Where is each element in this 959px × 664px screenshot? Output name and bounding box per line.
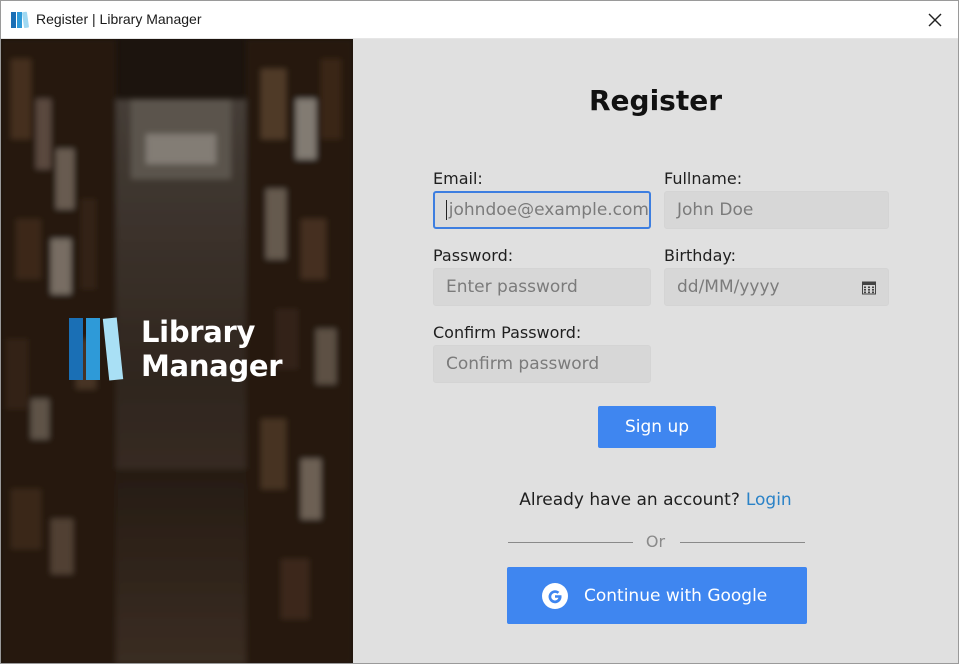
sign-up-button[interactable]: Sign up bbox=[598, 406, 716, 448]
brand-name: Library Manager bbox=[141, 315, 283, 383]
google-sign-in-button[interactable]: Continue with Google bbox=[507, 567, 807, 624]
brand-name-line1: Library bbox=[141, 315, 256, 349]
confirm-password-field[interactable]: Confirm password bbox=[433, 345, 651, 383]
or-separator: Or bbox=[645, 532, 666, 551]
page-title: Register bbox=[588, 84, 723, 117]
close-button[interactable] bbox=[912, 1, 958, 39]
title-bar: Register | Library Manager bbox=[1, 1, 958, 39]
register-form-panel: Register Email: johndoe@example.com Full… bbox=[353, 39, 958, 663]
email-label: Email: bbox=[433, 169, 483, 188]
login-link[interactable]: Login bbox=[746, 490, 792, 510]
fullname-placeholder: John Doe bbox=[677, 200, 754, 220]
brand-name-line2: Manager bbox=[141, 349, 283, 383]
fullname-label: Fullname: bbox=[664, 169, 743, 188]
email-placeholder: johndoe@example.com bbox=[448, 200, 649, 220]
close-icon bbox=[928, 13, 942, 27]
text-caret bbox=[446, 200, 447, 220]
register-window: Register | Library Manager Library Manag… bbox=[0, 0, 959, 664]
calendar-icon[interactable] bbox=[862, 281, 876, 295]
birthday-label: Birthday: bbox=[664, 246, 737, 265]
brand-panel: Library Manager bbox=[1, 39, 353, 663]
password-field[interactable]: Enter password bbox=[433, 268, 651, 306]
birthday-placeholder: dd/MM/yyyy bbox=[677, 277, 780, 297]
window-title: Register | Library Manager bbox=[36, 11, 202, 27]
login-prompt: Already have an account? Login bbox=[353, 490, 958, 510]
confirm-password-label: Confirm Password: bbox=[433, 323, 582, 342]
account-prompt-text: Already have an account? bbox=[519, 490, 740, 510]
fullname-field[interactable]: John Doe bbox=[664, 191, 889, 229]
email-field[interactable]: johndoe@example.com bbox=[433, 191, 651, 229]
birthday-field[interactable]: dd/MM/yyyy bbox=[664, 268, 889, 306]
password-label: Password: bbox=[433, 246, 514, 265]
google-button-label: Continue with Google bbox=[584, 585, 768, 606]
password-placeholder: Enter password bbox=[446, 277, 578, 297]
library-books-icon bbox=[11, 11, 29, 29]
confirm-password-placeholder: Confirm password bbox=[446, 354, 600, 374]
brand-logo: Library Manager bbox=[69, 315, 283, 383]
library-books-icon bbox=[69, 317, 124, 381]
google-icon bbox=[542, 582, 568, 609]
divider-right bbox=[680, 542, 805, 543]
